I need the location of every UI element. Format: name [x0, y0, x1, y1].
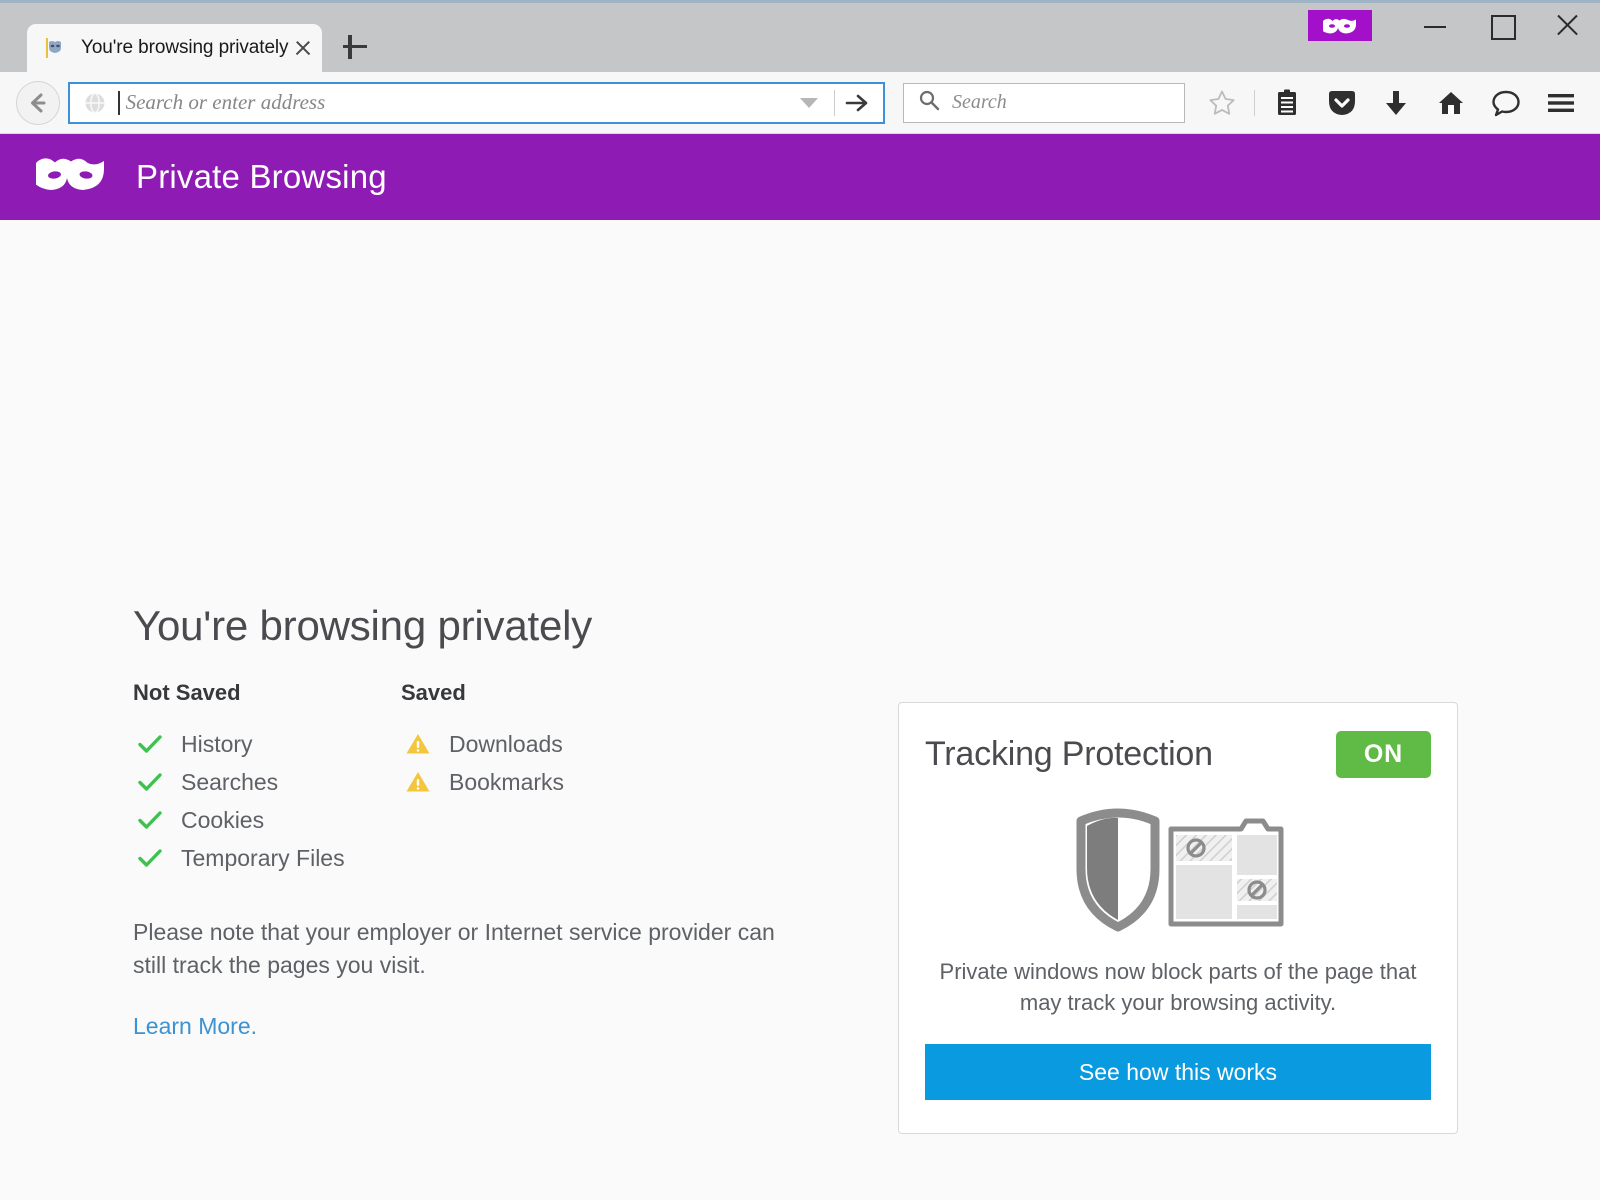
tracking-protection-title: Tracking Protection: [925, 735, 1213, 774]
go-arrow-icon[interactable]: [835, 85, 879, 121]
mask-flag-favicon: [45, 36, 69, 60]
check-icon: [133, 771, 167, 793]
toolbar-icon-group: [1199, 80, 1590, 126]
list-item: Searches: [133, 766, 401, 798]
tracking-protection-card: Tracking Protection ON: [898, 702, 1458, 1134]
not-saved-title: Not Saved: [133, 680, 401, 706]
check-icon: [133, 847, 167, 869]
not-saved-column: Not Saved History Searches: [133, 680, 401, 880]
new-tab-button[interactable]: [338, 30, 372, 64]
shield-blocked-page-icon: [925, 794, 1431, 944]
address-bar[interactable]: Search or enter address: [68, 82, 885, 124]
check-icon: [133, 809, 167, 831]
window-titlebar: You're browsing privately: [0, 0, 1600, 72]
tab-title: You're browsing privately: [81, 37, 288, 59]
download-icon[interactable]: [1373, 80, 1419, 126]
navigation-toolbar: Search or enter address Search: [0, 72, 1600, 134]
minimize-button[interactable]: [1402, 3, 1468, 48]
page-title: You're browsing privately: [133, 602, 823, 650]
list-item-label: Bookmarks: [449, 769, 564, 796]
chevron-down-icon[interactable]: [800, 98, 818, 108]
search-bar[interactable]: Search: [903, 83, 1185, 123]
address-input-placeholder[interactable]: Search or enter address: [122, 90, 784, 115]
page-content: You're browsing privately Not Saved Hist…: [0, 220, 1600, 1200]
list-item-label: Searches: [181, 769, 278, 796]
list-item: Bookmarks: [401, 766, 731, 798]
check-icon: [133, 733, 167, 755]
list-item-label: Downloads: [449, 731, 563, 758]
tracking-protection-description: Private windows now block parts of the p…: [925, 956, 1431, 1018]
status-badge[interactable]: ON: [1336, 731, 1431, 778]
tracking-protection-header: Tracking Protection ON: [925, 731, 1431, 778]
search-input-placeholder[interactable]: Search: [952, 91, 1007, 114]
hamburger-menu-icon[interactable]: [1538, 80, 1584, 126]
home-icon[interactable]: [1428, 80, 1474, 126]
window-controls: [1308, 3, 1600, 48]
privacy-note: Please note that your employer or Intern…: [133, 916, 793, 981]
text-cursor: [118, 91, 120, 115]
saved-title: Saved: [401, 680, 731, 706]
divider: [1254, 90, 1255, 116]
close-tab-icon[interactable]: [288, 33, 318, 63]
list-item: Cookies: [133, 804, 401, 836]
mask-icon: [36, 154, 106, 201]
sync-bubble-icon[interactable]: [1483, 80, 1529, 126]
list-item-label: Temporary Files: [181, 845, 345, 872]
see-how-this-works-button[interactable]: See how this works: [925, 1044, 1431, 1100]
learn-more-link[interactable]: Learn More.: [133, 1013, 257, 1040]
globe-icon: [84, 92, 106, 114]
library-icon[interactable]: [1264, 80, 1310, 126]
list-item-label: History: [181, 731, 253, 758]
maximize-button[interactable]: [1468, 3, 1534, 48]
back-button[interactable]: [16, 81, 60, 125]
private-browsing-indicator: [1308, 10, 1372, 41]
list-item-label: Cookies: [181, 807, 264, 834]
banner-title: Private Browsing: [136, 158, 387, 196]
privacy-summary-section: You're browsing privately Not Saved Hist…: [133, 602, 823, 1040]
list-item: Downloads: [401, 728, 731, 760]
list-item: Temporary Files: [133, 842, 401, 874]
list-item: History: [133, 728, 401, 760]
browser-tab[interactable]: You're browsing privately: [27, 24, 322, 72]
close-window-button[interactable]: [1534, 3, 1600, 48]
saved-column: Saved Downloads: [401, 680, 731, 880]
warning-icon: [401, 732, 435, 756]
private-browsing-banner: Private Browsing: [0, 134, 1600, 220]
warning-icon: [401, 770, 435, 794]
saved-columns: Not Saved History Searches: [133, 680, 823, 880]
star-icon[interactable]: [1199, 80, 1245, 126]
pocket-icon[interactable]: [1319, 80, 1365, 126]
search-icon: [918, 89, 940, 116]
